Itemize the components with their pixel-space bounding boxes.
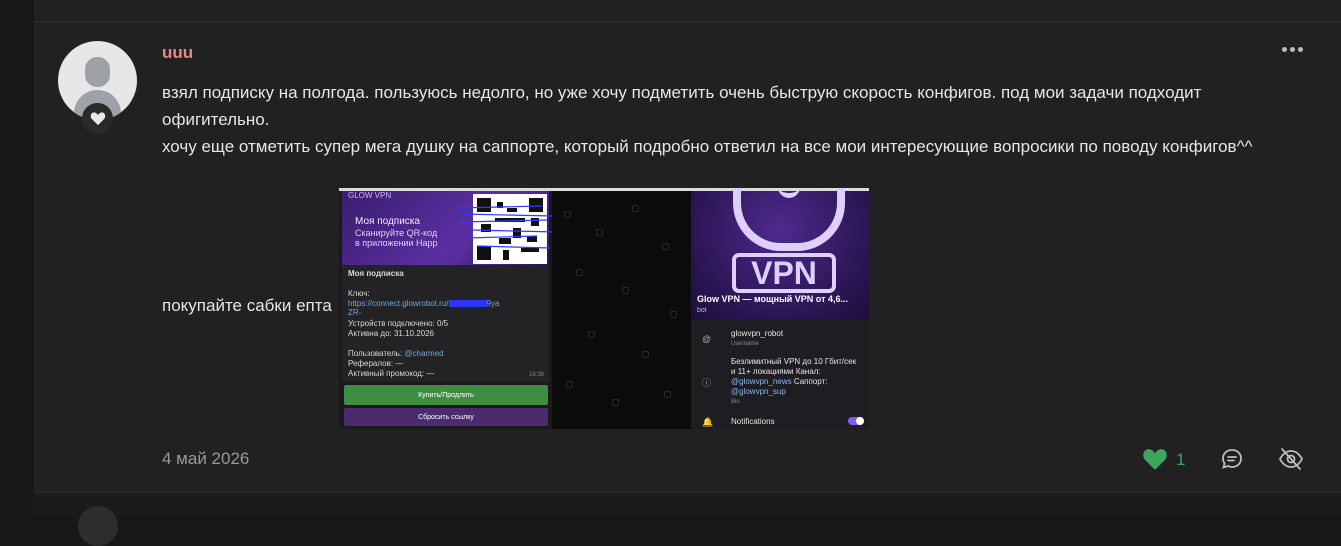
key-link-cont: ZR- [348,308,362,317]
post-paragraph: покупайте сабки епта [162,296,332,315]
post-paragraph: взял подписку на полгода. пользуюсь недо… [162,83,1202,129]
redaction-scribble [456,205,558,249]
bot-title: Glow VPN — мощный VPN от 4,6... [697,294,848,304]
like-count[interactable]: 1 [1176,450,1185,470]
user-line: Пользователь: @charmed [348,349,444,358]
buy-button: Купить/Продлить [344,385,548,405]
info-icon: ⓘ [702,378,712,388]
bot-profile-panel: VPN Glow VPN — мощный VPN от 4,6... bot … [691,188,869,429]
user-value: @charmed [404,349,444,358]
key-link-text: https://connect.glowrobot.ru/ [348,299,449,308]
more-options-icon[interactable] [1282,46,1304,54]
reset-link-button: Сбросить ссылку [344,408,548,426]
vpn-banner: VPN Glow VPN — мощный VPN от 4,6... bot [691,188,869,319]
post-date[interactable]: 4 май 2026 [162,449,249,469]
banner-title: Моя подписка [355,216,420,227]
banner-text: в приложении Happ [355,238,438,248]
hide-icon[interactable] [1278,446,1304,472]
promo: Активный промокод: — [348,369,435,378]
vpn-logo-text: VPN [732,253,836,293]
post-body: взял подписку на полгода. пользуюсь недо… [162,79,1282,160]
bio-line: Безлимитный VPN до 10 Гбит/сек [731,357,857,366]
left-gutter [0,0,34,515]
subscription-banner: GLOW VPN Моя подписка Сканируйте QR-код … [342,191,558,265]
banner-text: Сканируйте QR-код [355,228,438,238]
channel-link: @glowvpn_news [731,377,792,386]
logo: GLOW VPN [348,191,392,200]
devices-count: Устройств подключено: 0/5 [348,319,449,328]
notifications-label: Notifications [731,417,775,426]
next-post-area [34,493,1341,515]
bio-support: Саппорт: [793,377,828,386]
divider [34,21,1341,22]
redaction-block [448,300,487,308]
bio-line-3: @glowvpn_news Саппорт: [731,377,827,386]
chat-wallpaper [552,191,691,429]
support-link: @glowvpn_sup [731,387,786,396]
key-label: Ключ: [348,289,370,298]
key-link[interactable]: https://connect.glowrobot.ru/9ya [348,299,499,308]
active-until: Активна до: 31.10.2026 [348,329,434,338]
post-paragraph: хочу еще отметить супер мега душку на са… [162,137,1253,156]
key-link-suffix: 9ya [486,299,500,308]
reply-icon[interactable] [1220,447,1244,471]
heart-icon[interactable] [1142,447,1168,471]
bio-label: Bio [731,399,740,405]
username-value: glowvpn_robot [731,329,784,338]
message-card: Моя подписка Ключ: https://connect.glowr… [342,265,549,382]
notifications-toggle [848,417,864,425]
post-image[interactable]: GLOW VPN Моя подписка Сканируйте QR-код … [339,188,869,429]
telegram-chat-panel: GLOW VPN Моя подписка Сканируйте QR-код … [339,191,558,429]
avatar[interactable] [78,506,118,546]
heart-icon [82,103,113,134]
bio-line-text: и 11+ локациями [731,367,794,376]
username-label: Username [731,341,759,347]
bio-channel: Канал: [795,367,821,376]
bio-line-2: и 11+ локациями Канал: [731,367,821,376]
avatar-head [85,57,110,87]
user-label: Пользователь: [348,349,403,358]
username[interactable]: uuu [162,43,193,63]
at-icon: @ [702,334,712,344]
card-title: Моя подписка [348,269,404,278]
bell-icon: 🔔 [702,417,714,427]
referrals: Рефералов: — [348,359,404,368]
mascot-icon [733,188,845,251]
message-time: 16:36 [529,372,545,378]
bot-subtitle: bot [697,307,707,314]
